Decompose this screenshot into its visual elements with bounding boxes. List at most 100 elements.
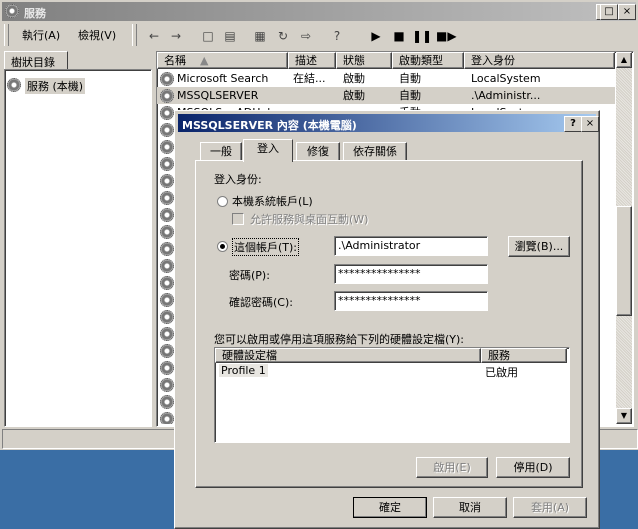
- dialog-close-button[interactable]: ×: [581, 116, 599, 132]
- scroll-up-arrow-icon[interactable]: ▲: [616, 52, 632, 68]
- column-startup-type[interactable]: 啟動類型: [392, 52, 464, 69]
- service-gear-icon: [160, 378, 174, 392]
- service-gear-icon: [160, 242, 174, 256]
- column-status[interactable]: 狀態: [336, 52, 392, 69]
- window-title-bar[interactable]: 服務 _ □ ×: [2, 2, 636, 21]
- restart-service-icon[interactable]: ■▶: [436, 26, 457, 46]
- this-account-label[interactable]: 這個帳戶(T):: [232, 238, 300, 256]
- help-icon[interactable]: ?: [327, 26, 347, 46]
- enable-button[interactable]: 啟用(E): [416, 457, 488, 478]
- tab-recovery[interactable]: 修復: [296, 142, 340, 161]
- service-gear-icon: [160, 259, 174, 273]
- show-tree-icon[interactable]: ▤: [220, 26, 240, 46]
- export-list-icon[interactable]: ⇨: [296, 26, 316, 46]
- back-arrow-icon[interactable]: ←: [144, 26, 164, 46]
- column-name-label: 名稱: [164, 54, 186, 67]
- vertical-scrollbar[interactable]: ▲ ▼: [616, 52, 632, 424]
- close-button[interactable]: ×: [618, 4, 636, 20]
- tree-tab-label: 樹狀目錄: [11, 56, 55, 69]
- services-local-icon: [7, 78, 21, 92]
- service-gear-icon: [160, 208, 174, 222]
- local-system-radio[interactable]: [217, 196, 228, 207]
- cell-name: MSSQLSERVER: [177, 89, 259, 102]
- dialog-title: MSSQLSERVER 內容 (本機電腦): [182, 119, 357, 132]
- maximize-button[interactable]: □: [600, 4, 618, 20]
- allow-desktop-label: 允許服務與桌面互動(W): [250, 213, 369, 226]
- cell-status: 啟動: [343, 72, 365, 85]
- up-folder-icon[interactable]: □: [198, 26, 218, 46]
- local-system-label[interactable]: 本機系統帳戶(L): [232, 193, 313, 209]
- logon-as-label: 登入身份:: [214, 173, 262, 186]
- properties-icon[interactable]: ▦: [250, 26, 270, 46]
- apply-button[interactable]: 套用(A): [513, 497, 587, 518]
- this-account-radio[interactable]: [217, 241, 228, 252]
- column-service[interactable]: 服務: [481, 348, 567, 363]
- tree-pane: 服務 (本機): [4, 69, 152, 427]
- toolbar-separator: [132, 24, 137, 46]
- properties-dialog: MSSQLSERVER 內容 (本機電腦) ? × 一般 登入 修復 依存關係 …: [174, 110, 600, 529]
- column-hardware-profile[interactable]: 硬體設定檔: [215, 348, 481, 363]
- refresh-icon[interactable]: ↻: [273, 26, 293, 46]
- cancel-button[interactable]: 取消: [433, 497, 507, 518]
- profile-service-status: 已啟用: [485, 366, 518, 379]
- cell-logon: LocalSystem: [471, 72, 541, 85]
- tree-root-item[interactable]: 服務 (本機): [25, 78, 86, 94]
- confirm-password-input[interactable]: ***************: [334, 291, 488, 311]
- cell-name: Microsoft Search: [177, 72, 269, 85]
- services-app-icon: [5, 4, 19, 18]
- service-gear-icon: [160, 140, 174, 154]
- service-gear-icon: [160, 293, 174, 307]
- column-description[interactable]: 描述: [288, 52, 336, 69]
- password-input[interactable]: ***************: [334, 264, 488, 284]
- tab-dependencies[interactable]: 依存關係: [343, 142, 407, 161]
- service-gear-icon: [160, 72, 174, 86]
- profiles-label: 您可以啟用或停用這項服務給下列的硬體設定檔(Y):: [214, 333, 465, 346]
- ok-button[interactable]: 確定: [353, 497, 427, 518]
- disable-button[interactable]: 停用(D): [496, 457, 570, 478]
- dialog-title-bar[interactable]: MSSQLSERVER 內容 (本機電腦) ? ×: [178, 114, 599, 132]
- table-row[interactable]: MSSQLSERVER 啟動 自動 .\Administr...: [157, 87, 615, 104]
- log-on-tab-page: 登入身份: 本機系統帳戶(L) 允許服務與桌面互動(W) 這個帳戶(T): .\…: [195, 160, 583, 488]
- service-gear-icon: [160, 412, 174, 424]
- window-title: 服務: [24, 7, 46, 20]
- stop-service-icon[interactable]: ■: [389, 26, 409, 46]
- forward-arrow-icon[interactable]: →: [166, 26, 186, 46]
- service-gear-icon: [160, 123, 174, 137]
- sort-ascending-icon: ▲: [200, 54, 209, 67]
- start-service-icon[interactable]: ▶: [366, 26, 386, 46]
- service-gear-icon: [160, 276, 174, 290]
- profile-row[interactable]: Profile 1 已啟用: [215, 364, 567, 379]
- confirm-password-label: 確認密碼(C):: [229, 296, 293, 309]
- table-row[interactable]: Microsoft Search 在結... 啟動 自動 LocalSystem: [157, 70, 615, 87]
- service-gear-icon: [160, 89, 174, 103]
- service-gear-icon: [160, 344, 174, 358]
- column-name[interactable]: 名稱 ▲: [157, 52, 288, 69]
- password-label: 密碼(P):: [229, 269, 270, 282]
- cell-status: 啟動: [343, 89, 365, 102]
- tab-general[interactable]: 一般: [200, 142, 242, 161]
- service-gear-icon: [160, 106, 174, 120]
- cell-desc: 在結...: [293, 72, 326, 85]
- service-gear-icon: [160, 174, 174, 188]
- pause-service-icon[interactable]: ❚❚: [412, 26, 432, 46]
- list-header: 名稱 ▲ 描述 狀態 啟動類型 登入身份: [157, 52, 615, 69]
- help-button[interactable]: ?: [564, 116, 582, 132]
- tree-tab[interactable]: 樹狀目錄: [4, 51, 68, 70]
- scrollbar-thumb[interactable]: [616, 206, 632, 316]
- cell-logon: .\Administr...: [471, 89, 541, 102]
- account-input[interactable]: .\Administrator: [334, 236, 488, 256]
- service-gear-icon: [160, 191, 174, 205]
- cell-startup: 自動: [399, 72, 421, 85]
- browse-button[interactable]: 瀏覽(B)...: [508, 236, 570, 257]
- menu-action[interactable]: 執行(A): [22, 27, 60, 43]
- tab-log-on[interactable]: 登入: [243, 139, 293, 162]
- hardware-profiles-list[interactable]: 硬體設定檔 服務 Profile 1 已啟用: [214, 347, 570, 443]
- cell-startup: 自動: [399, 89, 421, 102]
- cell-desc: [293, 87, 337, 104]
- menu-view[interactable]: 檢視(V): [78, 27, 116, 43]
- service-gear-icon: [160, 310, 174, 324]
- service-gear-icon: [160, 225, 174, 239]
- scroll-down-arrow-icon[interactable]: ▼: [616, 408, 632, 424]
- column-log-on-as[interactable]: 登入身份: [464, 52, 615, 69]
- toolbar-grip: [4, 24, 9, 46]
